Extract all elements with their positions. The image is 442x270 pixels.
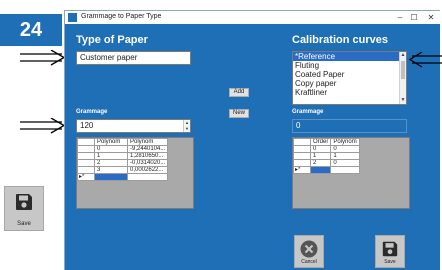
app-icon <box>68 13 77 22</box>
external-save-button[interactable]: Save <box>4 186 44 231</box>
type-of-paper-heading: Type of Paper <box>76 34 148 46</box>
right-order-grid[interactable]: Order Polynom 0 0 1 1 2 0 ▸* <box>292 137 410 209</box>
list-item[interactable]: Fluting <box>293 61 406 70</box>
curves-scrollbar[interactable]: ▲ ▼ <box>399 52 406 104</box>
add-button[interactable]: Add <box>229 88 249 97</box>
maximize-button[interactable]: ☐ <box>407 11 421 24</box>
right-grammage-value: 0 <box>296 121 301 130</box>
new-table-row[interactable]: ▸* <box>77 173 169 181</box>
left-grammage-input[interactable]: 120 ▲ ▼ <box>76 119 191 133</box>
table-header-row: Polynom Polynom <box>77 138 169 146</box>
grammage-spinner[interactable]: ▲ ▼ <box>183 120 190 132</box>
cancel-button[interactable]: Cancel <box>294 235 324 268</box>
window-title: Grammage to Paper Type <box>81 13 162 20</box>
step-number-badge: 24 <box>0 14 62 46</box>
column-header: Polynom <box>126 138 169 146</box>
list-item[interactable]: Kraftliner <box>293 88 406 97</box>
arrow-to-grammage-field-icon <box>20 118 66 134</box>
arrow-to-paper-field-icon <box>20 50 66 66</box>
floppy-disk-icon <box>16 194 32 210</box>
grammage-window: Grammage to Paper Type – ☐ ✕ Type of Pap… <box>64 10 440 270</box>
new-row-marker: ▸* <box>293 166 311 174</box>
calibration-curves-heading: Calibration curves <box>292 34 388 46</box>
list-item[interactable]: *Reference <box>293 52 406 61</box>
list-item[interactable]: Coated Paper <box>293 70 406 79</box>
minimize-button[interactable]: – <box>393 11 407 24</box>
scroll-down-icon[interactable]: ▼ <box>400 97 406 104</box>
floppy-disk-icon <box>382 241 398 257</box>
title-bar: Grammage to Paper Type – ☐ ✕ <box>65 11 440 24</box>
chevron-down-icon[interactable]: ⌄ <box>397 120 403 132</box>
scroll-thumb[interactable] <box>401 61 405 79</box>
left-polynom-table: Polynom Polynom 0 -9,2440104... 1 1,2810… <box>77 138 169 181</box>
save-button[interactable]: Save <box>375 235 405 268</box>
scroll-up-icon[interactable]: ▲ <box>400 52 406 59</box>
table-row[interactable]: 0 0 <box>293 145 360 153</box>
external-save-label: Save <box>17 221 31 227</box>
right-grammage-combobox[interactable]: 0 ⌄ <box>292 119 407 133</box>
save-label: Save <box>384 259 396 265</box>
table-header-row: Order Polynom <box>293 138 360 146</box>
table-row[interactable]: 2 0 <box>293 159 360 167</box>
column-header: Order <box>309 138 332 146</box>
new-table-row[interactable]: ▸* <box>293 166 360 174</box>
left-polynom-grid[interactable]: Polynom Polynom 0 -9,2440104... 1 1,2810… <box>76 137 194 209</box>
table-row[interactable]: 3 0,0002622... <box>77 166 169 174</box>
new-button[interactable]: New <box>229 109 249 118</box>
table-row[interactable]: 0 -9,2440104... <box>77 145 169 153</box>
close-button[interactable]: ✕ <box>424 11 438 24</box>
cancel-label: Cancel <box>301 259 317 265</box>
right-order-table: Order Polynom 0 0 1 1 2 0 ▸* <box>293 138 360 174</box>
table-row[interactable]: 1 1,2810650... <box>77 152 169 160</box>
cancel-x-icon <box>300 240 318 258</box>
list-item[interactable]: Copy paper <box>293 79 406 88</box>
arrow-to-curves-list-icon <box>408 52 442 68</box>
left-grammage-label: Grammage <box>76 109 108 115</box>
column-header: Polynom <box>94 138 128 146</box>
paper-type-input[interactable]: Customer paper <box>76 51 191 65</box>
new-row-marker: ▸* <box>77 173 95 181</box>
column-header: Polynom <box>330 138 360 146</box>
table-row[interactable]: 1 1 <box>293 152 360 160</box>
table-row[interactable]: 2 -0,0314020... <box>77 159 169 167</box>
left-grammage-value: 120 <box>80 121 94 130</box>
right-grammage-label: Grammage <box>292 109 324 115</box>
calibration-curves-list[interactable]: *Reference Fluting Coated Paper Copy pap… <box>292 51 407 105</box>
